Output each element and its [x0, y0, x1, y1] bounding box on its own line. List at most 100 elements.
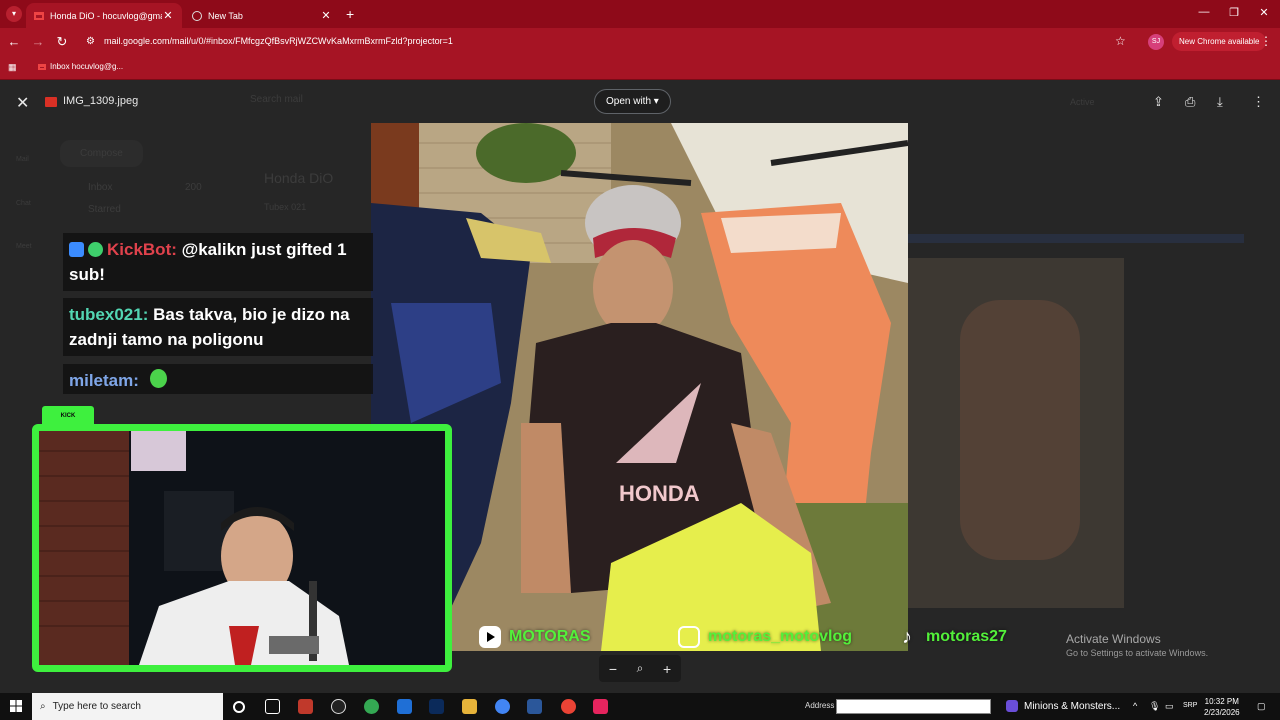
word-icon[interactable]: [527, 699, 542, 714]
zoom-in-icon[interactable]: +: [663, 661, 671, 677]
activate-windows-subtitle: Go to Settings to activate Windows.: [1066, 648, 1209, 658]
new-tab-button[interactable]: +: [346, 6, 354, 22]
globe-icon: [192, 10, 202, 21]
chat-message: KickBot: @kalikn just gifted 1 sub!: [63, 233, 373, 291]
chat-username: KickBot:: [107, 240, 177, 259]
tiktok-icon: ♪: [902, 626, 912, 648]
chrome-icon[interactable]: [364, 699, 379, 714]
scooter-shape: [960, 300, 1080, 560]
photoshop-icon[interactable]: [429, 699, 444, 714]
instagram-icon: [678, 626, 700, 648]
clock-date: 2/23/2026: [1204, 708, 1240, 717]
instagram-handle: motoras_motovlog: [678, 626, 852, 648]
chat-username: tubex021:: [69, 305, 149, 324]
chrome-icon-2[interactable]: [495, 699, 510, 714]
file-name: IMG_1309.jpeg: [63, 95, 139, 107]
youtube-name: MOTORAS: [509, 628, 591, 645]
close-tab-icon[interactable]: ✕: [320, 9, 332, 22]
zoom-controls: − ⌕ +: [599, 655, 681, 682]
chat-username: miletam:: [69, 371, 139, 390]
language-indicator[interactable]: SRP: [1183, 702, 1197, 709]
zoom-reset-icon[interactable]: ⌕: [637, 661, 644, 676]
address-bar[interactable]: mail.google.com/mail/u/0/#inbox/FMfcgzQf…: [104, 36, 453, 46]
inbox-count: 200: [185, 182, 202, 193]
bookmarks-bar: ▦ Inbox hocuvlog@g...: [0, 56, 1280, 80]
close-tab-icon[interactable]: ✕: [162, 9, 174, 22]
bookmark-inbox[interactable]: Inbox hocuvlog@g...: [38, 62, 123, 71]
youtube-handle: MOTORAS: [479, 626, 590, 648]
starred-link: Starred: [88, 204, 121, 215]
open-with-label: Open with: [606, 96, 652, 107]
taskbar-search-input[interactable]: ⌕ Type here to search: [32, 693, 223, 720]
webcam-feed: [32, 424, 452, 672]
download-icon[interactable]: ⤓: [1217, 94, 1223, 110]
print-icon[interactable]: ⎙: [1185, 94, 1195, 110]
app-icon-red[interactable]: [298, 699, 313, 714]
inbox-link: Inbox: [88, 182, 113, 193]
rocket-badge-icon: [69, 242, 84, 257]
open-with-button[interactable]: Open with ▾: [594, 89, 671, 114]
activate-windows-title: Activate Windows: [1066, 632, 1161, 646]
zoom-out-icon[interactable]: −: [609, 661, 617, 677]
gmail-icon: [38, 63, 46, 70]
more-options-icon[interactable]: ⋮: [1252, 94, 1265, 110]
email-subject: Honda DiO: [264, 170, 334, 186]
compose-button: Compose: [60, 140, 143, 167]
chevron-up-icon[interactable]: ^: [1133, 701, 1137, 711]
attachment-preview-bar: ✕ IMG_1309.jpeg Open with ▾ ⇪ ⎙ ⤓ ⋮: [0, 86, 1280, 118]
restore-button[interactable]: ❐: [1224, 6, 1244, 19]
tab-title: New Tab: [208, 10, 243, 21]
bookmark-star-icon[interactable]: ☆: [1115, 34, 1126, 48]
new-chrome-button[interactable]: New Chrome available: [1172, 32, 1267, 51]
media-app-button[interactable]: Minions & Monsters...: [1006, 700, 1120, 712]
windows-start-icon[interactable]: [10, 700, 22, 712]
kick-tag: KICK: [42, 406, 94, 426]
taskbar-search-placeholder: Type here to search: [52, 701, 141, 712]
search-icon: ⌕: [40, 701, 46, 712]
forward-button[interactable]: →: [30, 34, 46, 49]
chat-message: tubex021: Bas takva, bio je dizo na zadn…: [63, 298, 373, 356]
tab-title: Honda DiO - hocuvlog@gmail: [50, 10, 162, 21]
close-window-button[interactable]: ✕: [1254, 6, 1274, 19]
tab-search-button[interactable]: ▾: [6, 6, 22, 22]
microphone-icon[interactable]: 🎙: [1149, 701, 1160, 712]
chrome-menu-icon[interactable]: ⋮: [1260, 34, 1272, 48]
add-to-drive-icon[interactable]: ⇪: [1153, 94, 1164, 110]
apps-grid-icon[interactable]: ▦: [8, 62, 19, 73]
chrome-icon-active[interactable]: [561, 699, 576, 714]
address-toolbar-label: Address: [805, 701, 835, 710]
reload-button[interactable]: ↻: [54, 34, 70, 50]
minimize-button[interactable]: —: [1194, 6, 1214, 18]
media-icon: [1006, 700, 1018, 712]
instagram-name: motoras_motovlog: [708, 628, 853, 645]
chat-nav: Chat: [16, 200, 31, 207]
selected-text-strip: [908, 234, 1244, 243]
meet-nav: Meet: [16, 243, 32, 250]
app-icon-blue[interactable]: [397, 699, 412, 714]
task-view-icon[interactable]: [265, 699, 280, 714]
chat-message: miletam:: [63, 364, 373, 394]
clock-time: 10:32 PM: [1204, 697, 1239, 706]
profile-avatar[interactable]: SJ: [1148, 34, 1164, 50]
gift-badge-icon: [88, 242, 103, 257]
bookmark-label: Inbox hocuvlog@g...: [50, 62, 124, 71]
back-button[interactable]: ←: [6, 34, 22, 49]
app-icon-dark[interactable]: [331, 699, 346, 714]
browser-toolbar: ← → ↻ ⚙ mail.google.com/mail/u/0/#inbox/…: [0, 28, 1280, 56]
address-toolbar-input[interactable]: [836, 699, 991, 714]
emote-icon: [149, 369, 167, 388]
browser-title-bar: ▾ Honda DiO - hocuvlog@gmail ✕ New Tab ✕…: [0, 0, 1280, 28]
tab-gmail[interactable]: Honda DiO - hocuvlog@gmail ✕: [26, 3, 182, 28]
email-sender: Tubex 021: [264, 202, 307, 212]
site-info-icon[interactable]: ⚙: [86, 36, 95, 47]
file-explorer-icon[interactable]: [462, 699, 477, 714]
notifications-icon[interactable]: ▢: [1257, 701, 1266, 712]
clock[interactable]: 10:32 PM 2/23/2026: [1204, 696, 1240, 718]
tab-new-tab[interactable]: New Tab ✕: [184, 3, 340, 28]
tiktok-name: motoras27: [926, 628, 1007, 645]
mail-nav: Mail: [16, 156, 29, 163]
network-icon[interactable]: ▭: [1165, 701, 1174, 712]
close-preview-icon[interactable]: ✕: [16, 93, 29, 113]
cortana-icon[interactable]: [233, 701, 245, 713]
tiktok-app-icon[interactable]: [593, 699, 608, 714]
